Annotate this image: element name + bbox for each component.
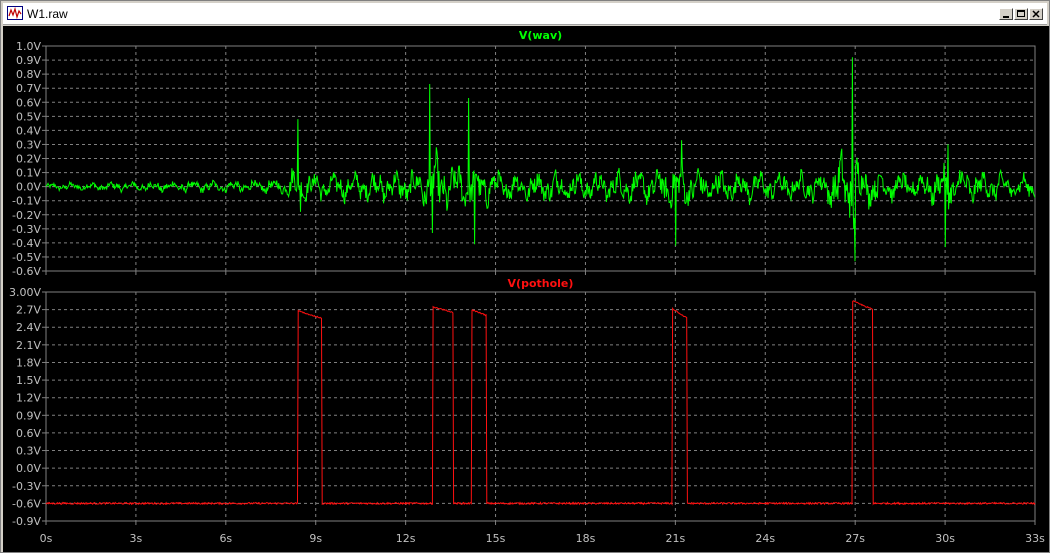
waveform-app-icon — [7, 6, 23, 20]
waveform-viewer-window: W1.raw 1.0V 0.9V 0.8V 0.7V 0.6V 0.5V 0.4V 0.3V 0… — [0, 0, 1050, 553]
y-tick-label: 0.5V — [16, 110, 41, 123]
y-tick-label: 0.8V — [16, 68, 41, 81]
y-tick-label: -0.3V — [12, 480, 41, 493]
x-tick-label: 24s — [755, 532, 775, 545]
y-tick-label: 2.1V — [16, 339, 41, 352]
y-tick-label: -0.1V — [12, 195, 41, 208]
y-tick-label: 0.9V — [16, 409, 41, 422]
y-tick-label: 0.0V — [16, 462, 41, 475]
x-tick-label: 21s — [665, 532, 685, 545]
x-tick-label: 30s — [935, 532, 955, 545]
y-tick-label: 0.2V — [16, 153, 41, 166]
y-tick-label: -0.3V — [12, 223, 41, 236]
panel-frame-pothole — [45, 291, 1036, 522]
trace-pothole — [45, 300, 1036, 506]
y-tick-label: -0.5V — [12, 251, 41, 264]
y-tick-label: 0.4V — [16, 124, 41, 137]
y-tick-label: 0.7V — [16, 82, 41, 95]
x-tick-label: 18s — [576, 532, 596, 545]
y-tick-label: -0.2V — [12, 209, 41, 222]
x-tick-label: 12s — [396, 532, 416, 545]
y-tick-label: 0.3V — [16, 138, 41, 151]
title-bar[interactable]: W1.raw — [3, 3, 1047, 25]
y-tick-label: -0.6V — [12, 497, 41, 510]
x-tick-label: 9s — [309, 532, 322, 545]
panel-title-wav: V(wav) — [519, 29, 562, 42]
y-tick-label: -0.4V — [12, 237, 41, 250]
x-tick-label: 33s — [1025, 532, 1045, 545]
close-icon — [1032, 10, 1040, 18]
panel-title-pothole: V(pothole) — [508, 277, 574, 290]
y-tick-label: 2.4V — [16, 321, 41, 334]
y-tick-label: 0.6V — [16, 96, 41, 109]
y-tick-label: -0.9V — [12, 515, 41, 528]
y-tick-label: 0.1V — [16, 167, 41, 180]
y-tick-label: 0.0V — [16, 181, 41, 194]
x-tick-label: 15s — [486, 532, 506, 545]
maximize-button[interactable] — [1014, 8, 1028, 20]
y-tick-label: 0.3V — [16, 445, 41, 458]
x-tick-label: 27s — [845, 532, 865, 545]
y-tick-label: 1.8V — [16, 356, 41, 369]
x-tick-label: 6s — [219, 532, 232, 545]
minimize-button[interactable] — [999, 8, 1013, 20]
y-tick-label: -0.6V — [12, 265, 41, 278]
y-tick-label: 1.2V — [16, 392, 41, 405]
y-tick-label: 1.0V — [16, 40, 41, 53]
minimize-icon — [1003, 16, 1009, 18]
y-tick-label: 3.00V — [9, 286, 41, 299]
window-title: W1.raw — [27, 7, 68, 21]
maximize-icon — [1017, 10, 1025, 17]
plot-area[interactable]: 1.0V 0.9V 0.8V 0.7V 0.6V 0.5V 0.4V 0.3V 0.2V 0.1V… — [3, 26, 1049, 552]
waveform-plot[interactable]: 1.0V0.9V0.8V0.7V0.6V0.5V0.4V0.3V0.2V0.1V… — [3, 26, 1049, 552]
y-tick-label: 0.6V — [16, 427, 41, 440]
y-tick-label: 2.7V — [16, 304, 41, 317]
y-tick-label: 1.5V — [16, 374, 41, 387]
x-tick-label: 0s — [40, 532, 53, 545]
y-tick-label: 0.9V — [16, 54, 41, 67]
x-tick-label: 3s — [130, 532, 143, 545]
close-button[interactable] — [1029, 8, 1043, 20]
